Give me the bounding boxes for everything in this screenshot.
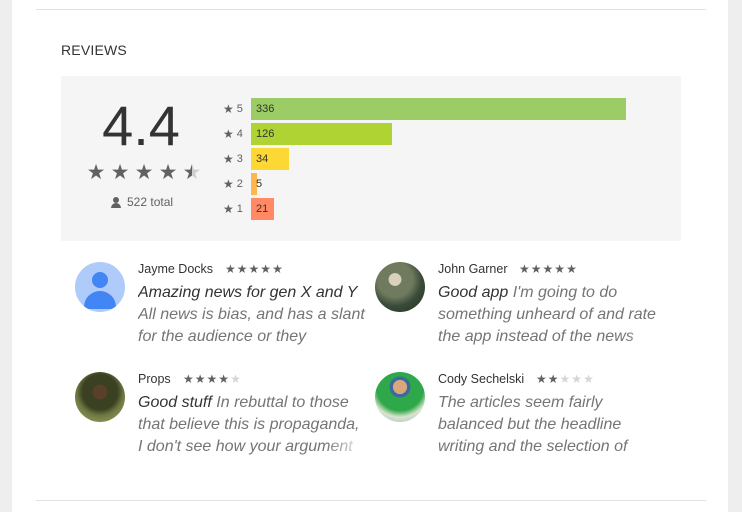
review-text: Amazing news for gen X and Y All news is…	[138, 282, 366, 350]
star-icon: ★	[183, 372, 194, 386]
reviewer-name: Cody Sechelski	[438, 372, 525, 386]
reviewer-avatar	[75, 262, 125, 312]
star-number: 2	[236, 177, 243, 190]
histogram-row-5: ★ 5 336	[223, 96, 663, 121]
total-ratings: 522 total	[111, 195, 173, 209]
histogram-count: 5	[256, 177, 263, 190]
histogram-count: 34	[256, 152, 269, 165]
histogram-bar: 34	[251, 147, 289, 170]
star-icon: ★	[566, 262, 577, 276]
person-icon	[111, 196, 121, 208]
histogram-star-label: ★ 4	[223, 127, 251, 141]
star-icon: ★	[86, 161, 106, 184]
star-icon: ★	[134, 161, 154, 184]
histogram-count: 336	[256, 102, 275, 115]
histogram-star-label: ★ 3	[223, 152, 251, 166]
empty-star-icon: ★	[583, 372, 594, 386]
rating-summary: 4.4 ★ ★ ★ ★ ★ 522 total ★ 5 336 ★ 4 126 ★ 3 34 ★ 2…	[61, 76, 681, 241]
star-number: 3	[236, 152, 243, 165]
star-icon: ★	[194, 372, 206, 386]
reviewer-avatar	[75, 372, 125, 422]
star-icon: ★	[519, 262, 530, 276]
star-icon: ★	[248, 262, 260, 276]
review-item[interactable]: Cody Sechelski ★ ★ ★ ★ ★ The articles seem fai…	[375, 372, 666, 472]
reviewer-name: John Garner	[438, 262, 508, 276]
star-icon: ★	[223, 101, 234, 116]
empty-star-icon: ★	[559, 372, 571, 386]
histogram-count: 126	[256, 127, 275, 140]
review-item[interactable]: Jayme Docks ★ ★ ★ ★ ★ Amazing news for gen X a…	[75, 262, 366, 362]
star-icon: ★	[223, 176, 234, 191]
star-icon: ★	[223, 201, 234, 216]
star-icon: ★	[554, 262, 566, 276]
histogram-bar: 336	[251, 97, 626, 120]
review-rating-stars: ★ ★ ★ ★ ★	[536, 373, 594, 386]
review-body: The articles seem fairly balanced but th…	[438, 394, 628, 455]
reviewer-avatar	[375, 262, 425, 312]
section-title: REVIEWS	[61, 42, 127, 58]
rating-histogram: ★ 5 336 ★ 4 126 ★ 3 34 ★ 2 5 ★ 1 21	[223, 96, 663, 221]
star-icon: ★	[536, 372, 547, 386]
star-icon: ★	[236, 262, 248, 276]
reviewer-name: Props	[138, 372, 171, 386]
histogram-count: 21	[256, 202, 269, 215]
star-icon: ★	[547, 372, 559, 386]
star-icon: ★	[223, 151, 234, 166]
review-text: Good stuff In rebuttal to those that bel…	[138, 392, 366, 460]
star-icon: ★	[206, 372, 218, 386]
average-score: 4.4	[102, 94, 180, 157]
divider-top	[36, 9, 706, 10]
empty-star-icon: ★	[230, 372, 241, 386]
reviewer-avatar	[375, 372, 425, 422]
histogram-row-4: ★ 4 126	[223, 121, 663, 146]
star-icon: ★	[260, 262, 272, 276]
average-stars: ★ ★ ★ ★ ★	[85, 162, 205, 186]
review-item[interactable]: John Garner ★ ★ ★ ★ ★ Good app I'm going to do…	[375, 262, 666, 362]
review-rating-stars: ★ ★ ★ ★ ★	[225, 263, 283, 276]
star-icon: ★	[218, 372, 230, 386]
histogram-star-label: ★ 1	[223, 202, 251, 216]
review-title: Good stuff	[138, 394, 212, 411]
review-rating-stars: ★ ★ ★ ★ ★	[519, 263, 577, 276]
review-title: Good app	[438, 284, 509, 301]
star-number: 4	[236, 127, 243, 140]
star-icon: ★	[223, 126, 234, 141]
star-icon: ★	[110, 161, 130, 184]
histogram-row-1: ★ 1 21	[223, 196, 663, 221]
star-icon: ★	[158, 161, 178, 184]
review-title: Amazing news for gen X and Y	[138, 284, 358, 301]
reviewer-name: Jayme Docks	[138, 262, 214, 276]
histogram-row-2: ★ 2 5	[223, 171, 663, 196]
histogram-star-label: ★ 5	[223, 102, 251, 116]
reviews-card: REVIEWS 4.4 ★ ★ ★ ★ ★ 522 total ★ 5 336 ★ 4 1…	[12, 0, 728, 512]
empty-star-icon: ★	[571, 372, 583, 386]
review-text: The articles seem fairly balanced but th…	[438, 392, 666, 460]
star-icon: ★	[530, 262, 542, 276]
divider-bottom	[36, 500, 706, 501]
histogram-bar: 126	[251, 122, 392, 145]
histogram-bar: 21	[251, 197, 274, 220]
histogram-bar: 5	[251, 172, 262, 195]
review-rating-stars: ★ ★ ★ ★ ★	[183, 373, 241, 386]
star-icon: ★	[225, 262, 236, 276]
half-star-icon: ★	[182, 161, 202, 184]
total-label: 522 total	[127, 195, 174, 209]
histogram-star-label: ★ 2	[223, 177, 251, 191]
histogram-row-3: ★ 3 34	[223, 146, 663, 171]
review-text: Good app I'm going to do something unhea…	[438, 282, 666, 350]
star-icon: ★	[542, 262, 554, 276]
star-icon: ★	[272, 262, 283, 276]
star-number: 1	[236, 202, 243, 215]
star-number: 5	[236, 102, 243, 115]
review-item[interactable]: Props ★ ★ ★ ★ ★ Good stuff In rebuttal to thos…	[75, 372, 366, 472]
